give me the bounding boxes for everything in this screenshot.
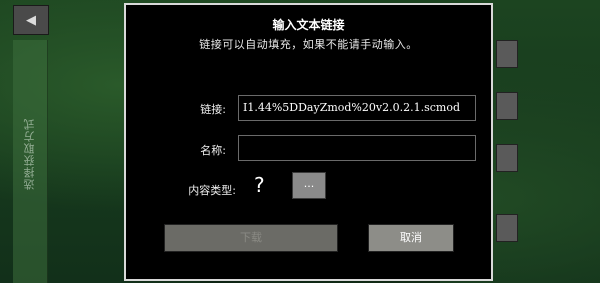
link-label: 链接: xyxy=(200,103,226,116)
background-button xyxy=(496,144,518,172)
content-type-label: 内容类型: xyxy=(188,184,236,197)
dialog-subtitle: 链接可以自动填充，如果不能请手动输入。 xyxy=(199,38,418,51)
side-tab-label: 选择获取方式 xyxy=(23,118,36,190)
content-type-button[interactable]: ... xyxy=(292,172,326,199)
link-field[interactable]: I1.44%5DDayZmod%20v2.0.2.1.scmod xyxy=(238,95,476,121)
download-button[interactable]: 下载 xyxy=(164,224,338,252)
background-button xyxy=(496,214,518,242)
background-button xyxy=(496,92,518,120)
cancel-button[interactable]: 取消 xyxy=(368,224,454,252)
url-input-dialog: 输入文本链接 链接可以自动填充，如果不能请手动输入。 链接: I1.44%5DD… xyxy=(124,3,493,281)
question-mark-icon: ? xyxy=(254,173,265,197)
app-screen: ◀ 选择获取方式 输入文本链接 链接可以自动填充，如果不能请手动输入。 链接: … xyxy=(0,0,600,283)
name-label: 名称: xyxy=(200,144,226,157)
dialog-title: 输入文本链接 xyxy=(272,18,345,32)
name-field[interactable] xyxy=(238,135,476,161)
back-button[interactable]: ◀ xyxy=(13,5,49,35)
background-button xyxy=(496,40,518,68)
back-arrow-icon: ◀ xyxy=(26,12,36,28)
